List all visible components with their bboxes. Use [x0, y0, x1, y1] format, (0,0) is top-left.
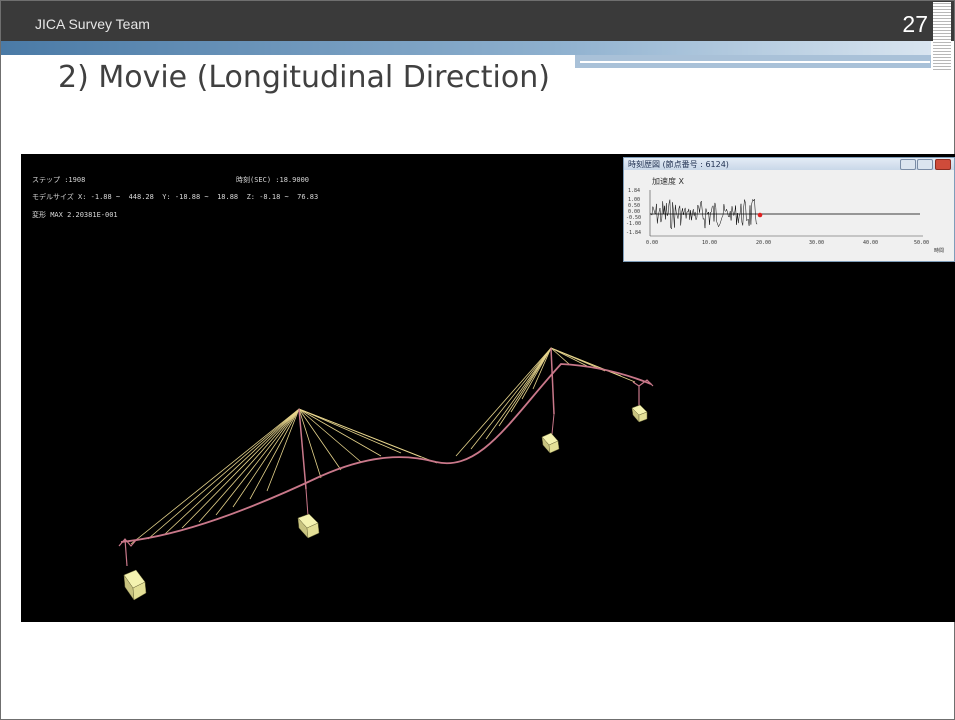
- window-title: 時刻歴図 (節点番号 : 6124): [628, 160, 729, 169]
- minimize-button[interactable]: [900, 159, 916, 170]
- x-tick: 10.00: [702, 240, 718, 246]
- x-tick: 50.00: [914, 240, 930, 246]
- y-tick: -1.00: [626, 221, 642, 227]
- deck-and-towers: [118, 347, 654, 567]
- close-button[interactable]: [935, 159, 951, 170]
- graph-y-label: 加速度 X: [652, 177, 685, 186]
- header-bar: JICA Survey Team 27: [1, 1, 954, 41]
- window-titlebar[interactable]: 時刻歴図 (節点番号 : 6124): [624, 158, 954, 170]
- header-accent-bar: [1, 41, 931, 55]
- maximize-button[interactable]: [917, 159, 933, 170]
- time-history-window[interactable]: 時刻歴図 (節点番号 : 6124) 加速度 X 1.84 1.00 0.50 …: [623, 157, 955, 262]
- current-time-marker: [757, 212, 763, 218]
- slide-title: 2) Movie (Longitudinal Direction): [58, 60, 550, 95]
- y-tick: 1.84: [628, 188, 641, 194]
- x-tick: 40.00: [863, 240, 879, 246]
- team-label: JICA Survey Team: [35, 16, 150, 32]
- x-tick: 20.00: [756, 240, 772, 246]
- page-number: 27: [902, 11, 928, 37]
- cable-stays: [130, 347, 636, 545]
- x-tick: 30.00: [809, 240, 825, 246]
- foundation-blocks: [123, 404, 648, 601]
- x-unit: 時間: [934, 248, 945, 254]
- header-accent-line: [580, 61, 930, 63]
- decorative-pattern: [933, 2, 951, 70]
- y-tick: -1.84: [626, 230, 642, 236]
- acceleration-plot: [649, 190, 923, 237]
- x-tick: 0.00: [646, 240, 659, 246]
